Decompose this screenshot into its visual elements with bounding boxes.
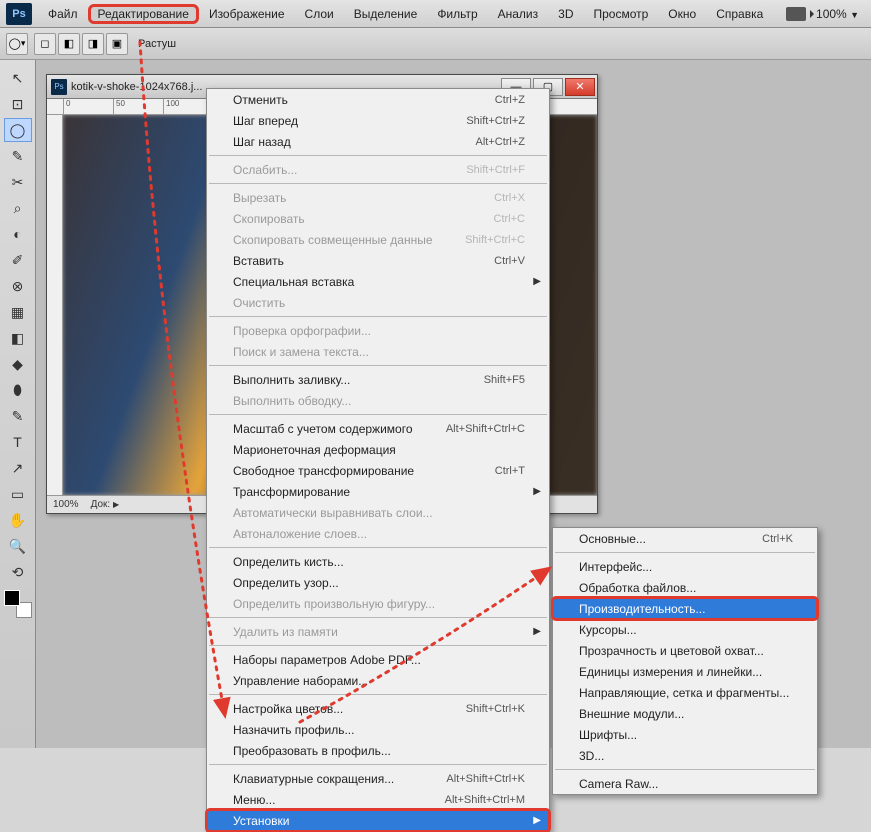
submenu-item[interactable]: Единицы измерения и линейки... — [553, 661, 817, 682]
menu-image[interactable]: Изображение — [199, 4, 295, 24]
tool-brush[interactable]: ✐ — [4, 248, 32, 272]
menuitem[interactable]: Марионеточная деформация — [207, 439, 549, 460]
tool-marquee[interactable]: ⊡ — [4, 92, 32, 116]
menuitem[interactable]: Управление наборами... — [207, 670, 549, 691]
menuitem: Очистить — [207, 292, 549, 313]
menuitem: Скопировать совмещенные данныеShift+Ctrl… — [207, 229, 549, 250]
submenu-item[interactable]: Основные...Ctrl+K — [553, 528, 817, 549]
ruler-vertical — [47, 115, 63, 495]
menuitem[interactable]: Назначить профиль... — [207, 719, 549, 740]
menuitem[interactable]: Свободное трансформированиеCtrl+T — [207, 460, 549, 481]
submenu-item[interactable]: Производительность... — [553, 598, 817, 619]
color-swatches[interactable] — [4, 590, 32, 618]
tool-dodge[interactable]: ✎ — [4, 404, 32, 428]
window-close-button[interactable]: ✕ — [565, 78, 595, 96]
menuitem[interactable]: Клавиатурные сокращения...Alt+Shift+Ctrl… — [207, 768, 549, 789]
menuitem: Ослабить...Shift+Ctrl+F — [207, 159, 549, 180]
menu-file[interactable]: Файл — [38, 4, 88, 24]
menuitem[interactable]: ОтменитьCtrl+Z — [207, 89, 549, 110]
menu-view[interactable]: Просмотр — [583, 4, 658, 24]
workspace-switcher-icon[interactable] — [786, 7, 806, 21]
tool-zoom[interactable]: 🔍 — [4, 534, 32, 558]
selection-intersect-icon[interactable]: ▣ — [106, 33, 128, 55]
submenu-item[interactable]: Шрифты... — [553, 724, 817, 745]
menuitem[interactable]: Наборы параметров Adobe PDF... — [207, 649, 549, 670]
tool-move[interactable]: ↖ — [4, 66, 32, 90]
menuitem[interactable]: Установки▶ — [207, 810, 549, 831]
menuitem: Удалить из памяти▶ — [207, 621, 549, 642]
menuitem[interactable]: Шаг назадAlt+Ctrl+Z — [207, 131, 549, 152]
menuitem[interactable]: Преобразовать в профиль... — [207, 740, 549, 761]
tool-shape[interactable]: ▭ — [4, 482, 32, 506]
workspace: ↖ ⊡ ◯ ✎ ✂ ⌕ ◐ ✐ ⊗ ▦ ◧ ◆ ⬮ ✎ T ↗ ▭ ✋ 🔍 ⟲ … — [0, 60, 871, 748]
status-docsize[interactable]: Док: ▶ — [91, 499, 120, 510]
menu-select[interactable]: Выделение — [344, 4, 428, 24]
menuitem: Автоналожение слоев... — [207, 523, 549, 544]
ps-doc-icon: Ps — [51, 79, 67, 95]
menuitem[interactable]: Специальная вставка▶ — [207, 271, 549, 292]
menuitem[interactable]: Масштаб с учетом содержимогоAlt+Shift+Ct… — [207, 418, 549, 439]
selection-add-icon[interactable]: ◧ — [58, 33, 80, 55]
menuitem: Определить произвольную фигуру... — [207, 593, 549, 614]
submenu-item[interactable]: Обработка файлов... — [553, 577, 817, 598]
menu-help[interactable]: Справка — [706, 4, 773, 24]
selection-subtract-icon[interactable]: ◨ — [82, 33, 104, 55]
feather-label: Растуш — [138, 38, 176, 50]
menu-edit[interactable]: Редактирование — [88, 4, 199, 24]
menuitem[interactable]: Шаг впередShift+Ctrl+Z — [207, 110, 549, 131]
options-bar: ◯▾ ◻ ◧ ◨ ▣ Растуш — [0, 28, 871, 60]
tool-stamp[interactable]: ⊗ — [4, 274, 32, 298]
preferences-submenu: Основные...Ctrl+K Интерфейс...Обработка ф… — [552, 527, 818, 795]
submenu-item[interactable]: Прозрачность и цветовой охват... — [553, 640, 817, 661]
tool-wand[interactable]: ✎ — [4, 144, 32, 168]
toolbox: ↖ ⊡ ◯ ✎ ✂ ⌕ ◐ ✐ ⊗ ▦ ◧ ◆ ⬮ ✎ T ↗ ▭ ✋ 🔍 ⟲ — [0, 60, 36, 748]
submenu-item[interactable]: Camera Raw... — [553, 773, 817, 794]
menuitem[interactable]: Меню...Alt+Shift+Ctrl+M — [207, 789, 549, 810]
menuitem[interactable]: ВставитьCtrl+V — [207, 250, 549, 271]
tool-type[interactable]: T — [4, 430, 32, 454]
menuitem[interactable]: Определить кисть... — [207, 551, 549, 572]
selection-mode-group: ◻ ◧ ◨ ▣ — [34, 33, 128, 55]
tool-eraser[interactable]: ◧ — [4, 326, 32, 350]
menu-filter[interactable]: Фильтр — [427, 4, 487, 24]
menu-3d[interactable]: 3D — [548, 4, 583, 24]
menuitem[interactable]: Настройка цветов...Shift+Ctrl+K — [207, 698, 549, 719]
menubar: Ps Файл Редактирование Изображение Слои … — [0, 0, 871, 28]
selection-new-icon[interactable]: ◻ — [34, 33, 56, 55]
status-zoom[interactable]: 100% — [53, 499, 79, 510]
submenu-item[interactable]: Внешние модули... — [553, 703, 817, 724]
tool-heal[interactable]: ◐ — [4, 222, 32, 246]
menuitem: Проверка орфографии... — [207, 320, 549, 341]
edit-menu-dropdown: ОтменитьCtrl+ZШаг впередShift+Ctrl+ZШаг … — [206, 88, 550, 832]
tool-blur[interactable]: ⬮ — [4, 378, 32, 402]
submenu-item[interactable]: Направляющие, сетка и фрагменты... — [553, 682, 817, 703]
ps-logo: Ps — [6, 3, 32, 25]
menuitem: Выполнить обводку... — [207, 390, 549, 411]
submenu-item[interactable]: Интерфейс... — [553, 556, 817, 577]
tool-history-brush[interactable]: ▦ — [4, 300, 32, 324]
menuitem: Поиск и замена текста... — [207, 341, 549, 362]
submenu-item[interactable]: Курсоры... — [553, 619, 817, 640]
menu-analysis[interactable]: Анализ — [488, 4, 549, 24]
menuitem[interactable]: Трансформирование▶ — [207, 481, 549, 502]
tool-eyedropper[interactable]: ⌕ — [4, 196, 32, 220]
menuitem: СкопироватьCtrl+C — [207, 208, 549, 229]
tool-path[interactable]: ↗ — [4, 456, 32, 480]
menu-layers[interactable]: Слои — [295, 4, 344, 24]
tool-lasso[interactable]: ◯ — [4, 118, 32, 142]
menuitem: ВырезатьCtrl+X — [207, 187, 549, 208]
tool-gradient[interactable]: ◆ — [4, 352, 32, 376]
menu-window[interactable]: Окно — [658, 4, 706, 24]
menuitem: Автоматически выравнивать слои... — [207, 502, 549, 523]
tool-hand[interactable]: ✋ — [4, 508, 32, 532]
menuitem[interactable]: Определить узор... — [207, 572, 549, 593]
tool-crop[interactable]: ✂ — [4, 170, 32, 194]
menuitem[interactable]: Выполнить заливку...Shift+F5 — [207, 369, 549, 390]
tool-preset-icon[interactable]: ◯▾ — [6, 33, 28, 55]
zoom-level[interactable]: 100% ▼ — [816, 7, 859, 21]
tool-rotate[interactable]: ⟲ — [4, 560, 32, 584]
submenu-item[interactable]: 3D... — [553, 745, 817, 766]
